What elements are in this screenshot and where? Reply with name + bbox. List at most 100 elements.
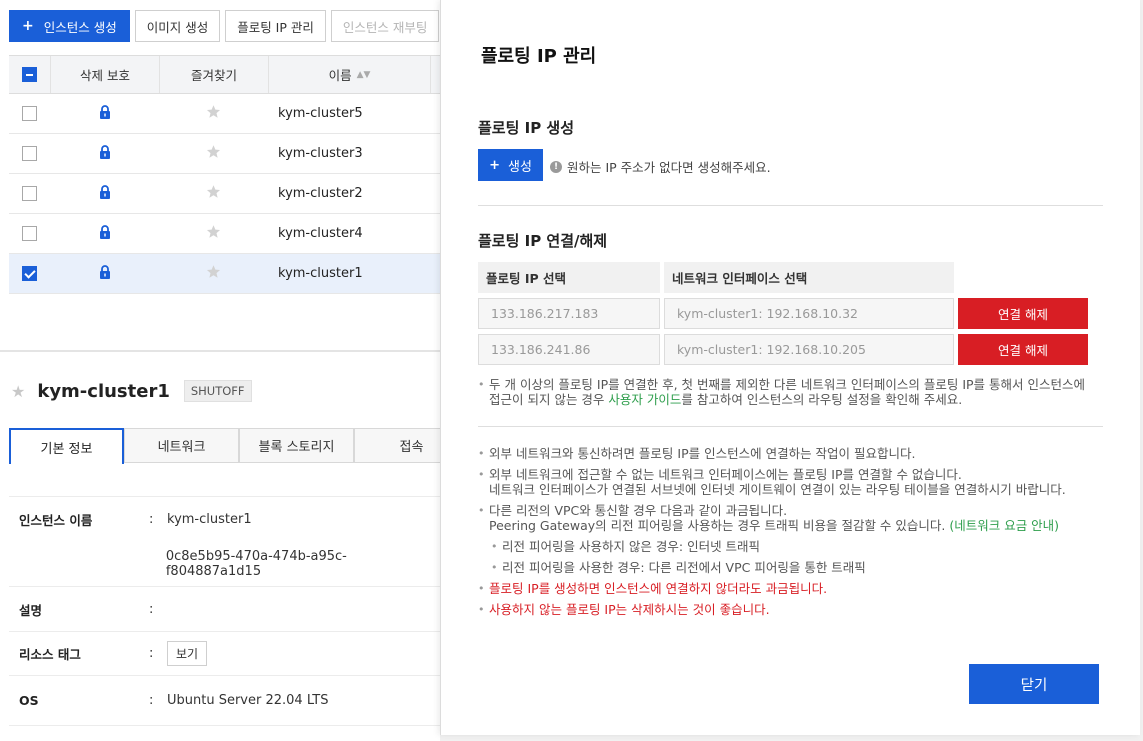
user-guide-link[interactable]: 사용자 가이드 [608, 392, 681, 407]
row-checkbox[interactable] [22, 266, 37, 281]
instance-name-label: 인스턴스 이름 [19, 513, 93, 528]
toolbar: + 인스턴스 생성 이미지 생성 플로팅 IP 관리 인스턴스 재부팅 [9, 10, 440, 42]
colon: : [149, 512, 154, 527]
row-checkbox[interactable] [22, 186, 37, 201]
tab-network[interactable]: 네트워크 [124, 428, 239, 463]
floating-ip-select[interactable]: 133.186.217.183 [478, 298, 660, 329]
create-instance-button[interactable]: + 인스턴스 생성 [9, 10, 130, 42]
info-notes: 외부 네트워크와 통신하려면 플로팅 IP를 인스턴스에 연결하는 작업이 필요… [478, 446, 1108, 623]
header-delete-protect: 삭제 보호 [50, 56, 159, 93]
detail-header: ★ kym-cluster1 SHUTOFF [11, 380, 252, 402]
table-row[interactable]: kym-cluster5 [9, 94, 440, 134]
instance-title: kym-cluster1 [37, 380, 170, 402]
note-item: 외부 네트워크와 통신하려면 플로팅 IP를 인스턴스에 연결하는 작업이 필요… [478, 446, 1108, 461]
header-name-label: 이름 [328, 68, 352, 83]
note-text: 네트워크 인터페이스가 연결된 서브넷에 인터넷 게이트웨이 연결이 있는 라우… [489, 482, 1066, 497]
tab-block-storage[interactable]: 블록 스토리지 [239, 428, 354, 463]
disconnect-button[interactable]: 연결 해제 [958, 334, 1088, 365]
delete-protect-cell [50, 94, 159, 133]
warning-line-1: 두 개 이상의 플로팅 IP를 연결한 후, 첫 번째를 제외한 다른 네트워크… [489, 377, 1085, 392]
note-item: 외부 네트워크에 접근할 수 없는 네트워크 인터페이스에는 플로팅 IP를 연… [478, 467, 1108, 497]
reboot-instance-button[interactable]: 인스턴스 재부팅 [330, 10, 440, 42]
create-hint: ! 원하는 IP 주소가 없다면 생성해주세요. [550, 157, 771, 176]
instance-name: kym-cluster4 [278, 226, 363, 241]
colon: : [149, 646, 154, 661]
routing-warning: 두 개 이상의 플로팅 IP를 연결한 후, 첫 번째를 제외한 다른 네트워크… [478, 377, 1108, 413]
os-row: OS : Ubuntu Server 22.04 LTS [9, 676, 440, 726]
table-row[interactable]: kym-cluster3 [9, 134, 440, 174]
note-item: 다른 리전의 VPC와 통신할 경우 다음과 같이 과금됩니다. Peering… [478, 503, 1108, 533]
instance-id-row: 0c8e5b95-470a-474b-a95c-f804887a1d15 [9, 542, 440, 587]
favorite-cell [159, 214, 268, 253]
header-name[interactable]: 이름 ▲▼ [268, 56, 431, 93]
create-section-title: 플로팅 IP 생성 [478, 119, 575, 137]
table-row[interactable]: kym-cluster4 [9, 214, 440, 254]
warning-line-2-post: 를 참고하여 인스턴스의 라우팅 설정을 확인해 주세요. [681, 392, 963, 407]
lock-icon [99, 184, 111, 203]
os-label: OS [19, 693, 39, 708]
star-icon[interactable] [206, 104, 221, 123]
detail-tabs: 기본 정보 네트워크 블록 스토리지 접속 [9, 428, 440, 464]
section-divider [478, 205, 1103, 206]
create-hint-text: 원하는 IP 주소가 없다면 생성해주세요. [567, 160, 771, 175]
colon: : [149, 693, 154, 708]
name-cell: kym-cluster4 [268, 214, 431, 253]
select-all-checkbox[interactable] [22, 67, 37, 82]
instance-name-row: 인스턴스 이름 : kym-cluster1 [9, 496, 440, 542]
row-checkbox[interactable] [22, 226, 37, 241]
note-item-warning: 사용하지 않는 플로팅 IP는 삭제하시는 것이 좋습니다. [478, 602, 1108, 617]
table-body: kym-cluster5 kym-cluster3 kym-cluster2 kym-… [9, 94, 440, 294]
sort-icon[interactable]: ▲▼ [357, 70, 371, 80]
warning-note: 두 개 이상의 플로팅 IP를 연결한 후, 첫 번째를 제외한 다른 네트워크… [478, 377, 1108, 407]
floating-ip-select[interactable]: 133.186.241.86 [478, 334, 660, 365]
description-label: 설명 [19, 602, 43, 618]
row-checkbox-cell [9, 226, 50, 241]
warning-line-2-pre: 접근이 되지 않는 경우 [489, 392, 609, 407]
star-icon[interactable] [206, 224, 221, 243]
table-row[interactable]: kym-cluster2 [9, 174, 440, 214]
view-tags-button[interactable]: 보기 [167, 641, 208, 666]
star-icon[interactable] [206, 144, 221, 163]
panel-divider[interactable] [0, 350, 440, 352]
ip-connection-row: 133.186.217.183 kym-cluster1: 192.168.10… [478, 298, 1088, 329]
favorite-star-icon[interactable]: ★ [11, 382, 25, 401]
instance-name: kym-cluster1 [278, 266, 363, 281]
favorite-cell [159, 254, 268, 293]
table-row[interactable]: kym-cluster1 [9, 254, 440, 294]
note-sub-item: 리전 피어링을 사용한 경우: 다른 리전에서 VPC 피어링을 통한 트래픽 [478, 560, 1108, 575]
lock-icon [99, 264, 111, 283]
ip-table-header: 플로팅 IP 선택 네트워크 인터페이스 선택 [478, 262, 954, 293]
ip-connection-row: 133.186.241.86 kym-cluster1: 192.168.10.… [478, 334, 1088, 365]
row-checkbox[interactable] [22, 146, 37, 161]
row-checkbox[interactable] [22, 106, 37, 121]
close-button[interactable]: 닫기 [969, 664, 1099, 704]
os-value: Ubuntu Server 22.04 LTS [167, 693, 329, 708]
select-all-cell [9, 67, 50, 82]
star-icon[interactable] [206, 184, 221, 203]
note-text: Peering Gateway의 리전 피어링을 사용하는 경우 트래픽 비용을… [489, 518, 950, 533]
resource-tag-row: 리소스 태그 : 보기 [9, 632, 440, 676]
instance-name: kym-cluster5 [278, 106, 363, 121]
create-floating-ip-button[interactable]: + 생성 [478, 149, 543, 181]
network-pricing-link[interactable]: (네트워크 요금 안내) [949, 518, 1059, 533]
disconnect-button[interactable]: 연결 해제 [958, 298, 1088, 329]
note-text: 외부 네트워크와 통신하려면 플로팅 IP를 인스턴스에 연결하는 작업이 필요… [489, 446, 916, 461]
tab-basic-info[interactable]: 기본 정보 [9, 428, 124, 464]
favorite-cell [159, 134, 268, 173]
header-favorite: 즐겨찾기 [159, 56, 268, 93]
tab-connect[interactable]: 접속 [354, 428, 440, 463]
note-text: 리전 피어링을 사용한 경우: 다른 리전에서 VPC 피어링을 통한 트래픽 [502, 560, 866, 575]
name-cell: kym-cluster3 [268, 134, 431, 173]
row-checkbox-cell [9, 106, 50, 121]
star-icon[interactable] [206, 264, 221, 283]
network-interface-select[interactable]: kym-cluster1: 192.168.10.32 [664, 298, 954, 329]
name-cell: kym-cluster2 [268, 174, 431, 213]
delete-protect-cell [50, 214, 159, 253]
status-badge: SHUTOFF [183, 380, 252, 402]
create-image-button[interactable]: 이미지 생성 [134, 10, 221, 42]
create-instance-label: 인스턴스 생성 [43, 19, 117, 35]
instance-name-value: kym-cluster1 [167, 512, 252, 527]
network-interface-select[interactable]: kym-cluster1: 192.168.10.205 [664, 334, 954, 365]
name-cell: kym-cluster5 [268, 94, 431, 133]
floating-ip-manage-button[interactable]: 플로팅 IP 관리 [225, 10, 326, 42]
